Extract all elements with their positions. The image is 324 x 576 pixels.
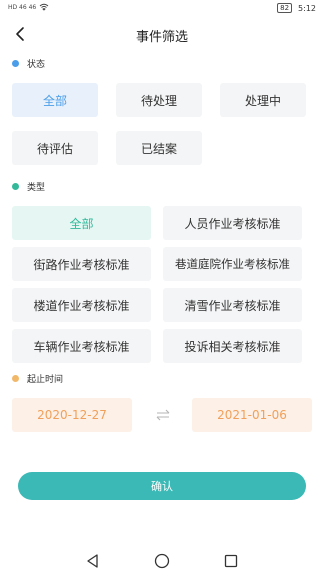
type-chip-snow[interactable]: 清雪作业考核标准 <box>163 288 302 322</box>
status-chip-all[interactable]: 全部 <box>12 83 98 117</box>
time-dot-icon <box>12 375 19 382</box>
wifi-icon <box>39 3 49 11</box>
status-chip-to-evaluate[interactable]: 待评估 <box>12 131 98 165</box>
confirm-button[interactable]: 确认 <box>18 472 306 500</box>
type-dot-icon <box>12 183 19 190</box>
type-chip-complaint[interactable]: 投诉相关考核标准 <box>163 329 302 363</box>
type-chip-personnel[interactable]: 人员作业考核标准 <box>163 206 302 240</box>
status-chip-pending[interactable]: 待处理 <box>116 83 202 117</box>
nav-bar: 事件筛选 <box>0 22 324 48</box>
type-section-label: 类型 <box>27 183 46 193</box>
swap-arrows-icon <box>154 406 172 424</box>
time-section-label: 起止时间 <box>27 375 64 385</box>
type-chip-stairwell[interactable]: 楼道作业考核标准 <box>12 288 151 322</box>
type-section-title: 类型 <box>12 180 45 193</box>
system-nav-bar <box>0 546 324 576</box>
status-right: 82 5:12 <box>277 3 316 13</box>
status-section-label: 状态 <box>27 60 46 70</box>
time-section-title: 起止时间 <box>12 372 63 385</box>
status-chip-processing[interactable]: 处理中 <box>220 83 306 117</box>
status-dot-icon <box>12 60 19 67</box>
type-chip-all[interactable]: 全部 <box>12 206 151 240</box>
type-chip-alley[interactable]: 巷道庭院作业考核标准 <box>163 247 302 281</box>
signal-text: HD 46 46 <box>8 3 37 11</box>
status-chip-closed[interactable]: 已结案 <box>116 131 202 165</box>
end-date-field[interactable]: 2021-01-06 <box>192 398 312 432</box>
status-section-title: 状态 <box>12 57 45 70</box>
battery-icon: 82 <box>277 3 293 13</box>
triangle-back-icon[interactable] <box>84 552 102 570</box>
circle-home-icon[interactable] <box>153 552 171 570</box>
start-date-field[interactable]: 2020-12-27 <box>12 398 132 432</box>
signal-indicators: HD 46 46 <box>8 3 49 11</box>
square-recent-icon[interactable] <box>222 552 240 570</box>
type-chip-vehicle[interactable]: 车辆作业考核标准 <box>12 329 151 363</box>
clock: 5:12 <box>298 3 316 13</box>
status-bar: HD 46 46 82 5:12 <box>0 0 324 18</box>
page-title: 事件筛选 <box>135 30 188 45</box>
type-chip-street[interactable]: 街路作业考核标准 <box>12 247 151 281</box>
